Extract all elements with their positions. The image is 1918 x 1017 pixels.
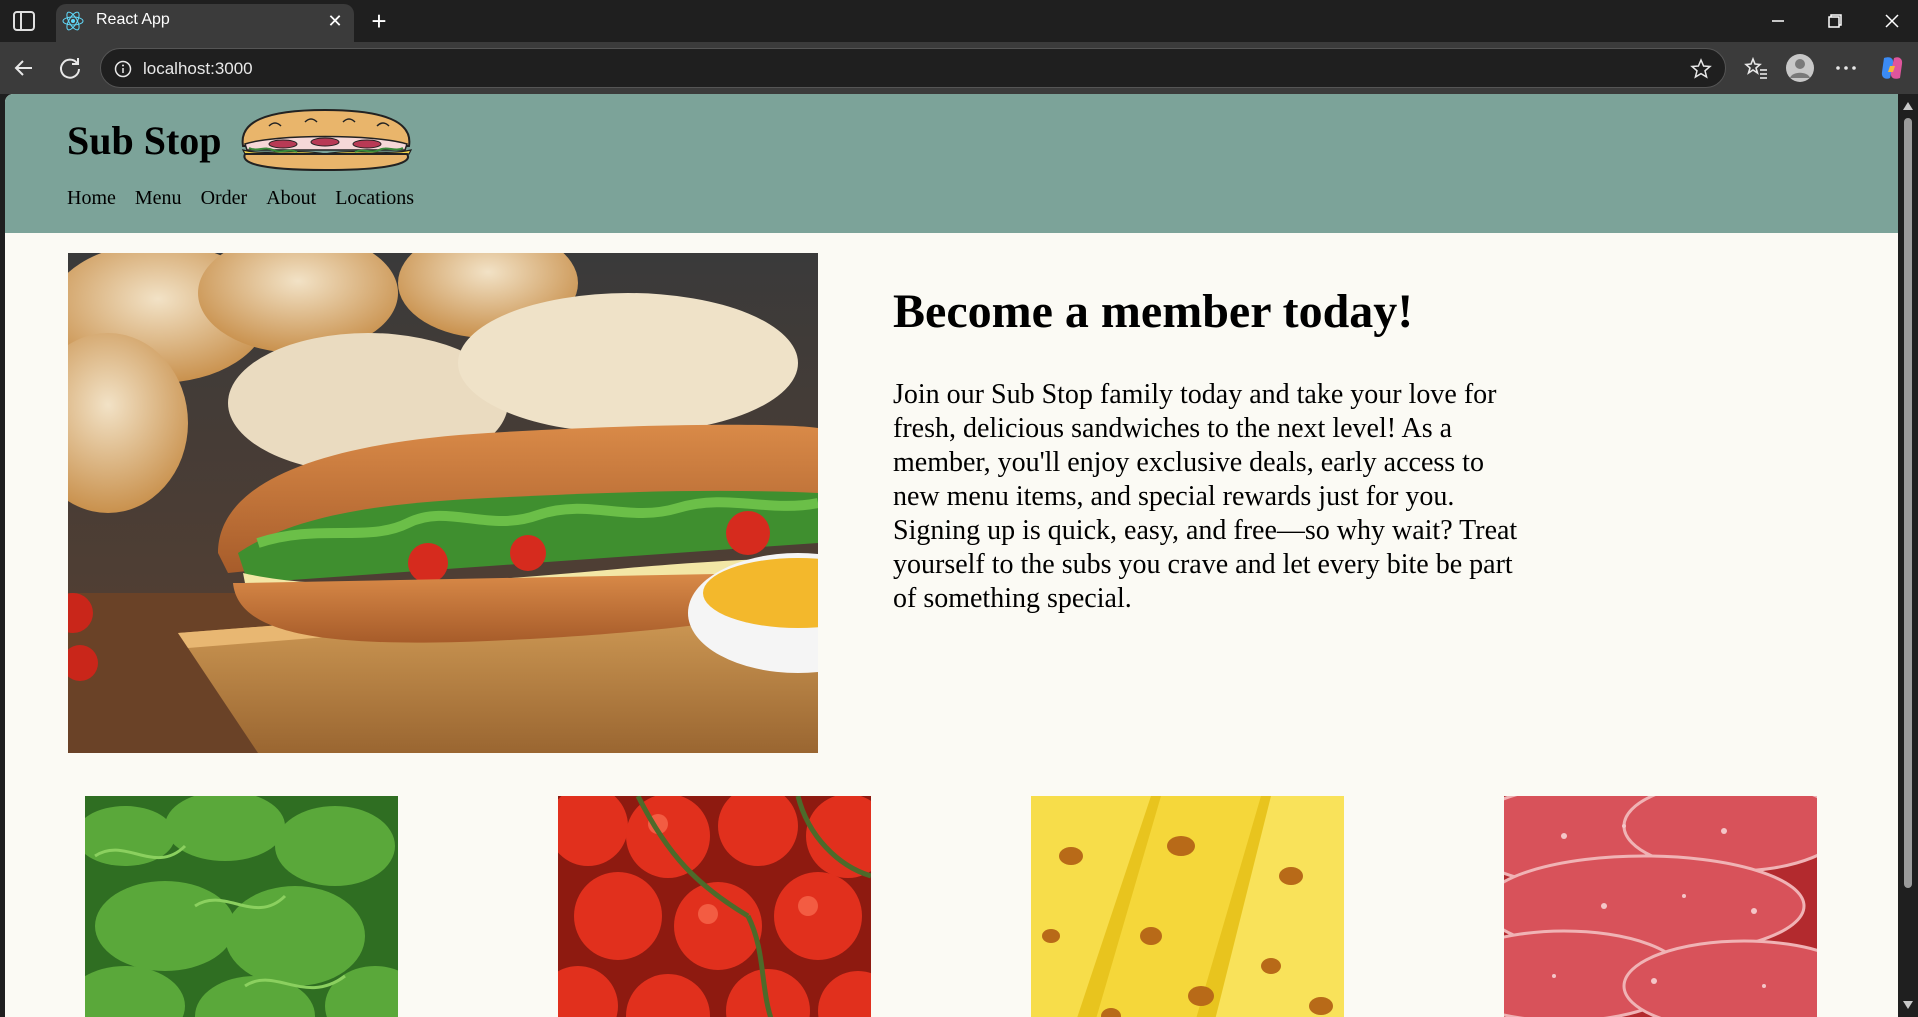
nav-locations[interactable]: Locations [335,186,414,210]
tab-title: React App [96,11,170,28]
page-scrollbar[interactable] [1898,94,1918,1017]
maximize-icon[interactable] [1814,8,1854,34]
new-tab-icon[interactable]: + [364,6,394,36]
more-icon[interactable] [1830,52,1862,84]
page-viewport: Sub Stop Home Menu Order About Locations [5,94,1898,1017]
scroll-up-arrow-icon[interactable] [1903,102,1913,110]
close-icon[interactable]: ✕ [324,10,346,32]
nav-order[interactable]: Order [201,186,248,210]
url-text[interactable]: localhost:3000 [143,59,253,79]
site-title: Sub Stop [67,118,222,163]
back-icon[interactable] [8,52,40,84]
address-bar[interactable]: localhost:3000 [100,48,1726,88]
hero-sandwich-image [68,253,818,753]
salami-image [1504,796,1817,1017]
site-header: Sub Stop Home Menu Order About Locations [5,94,1898,233]
minimize-icon[interactable] [1758,8,1798,34]
tomatoes-image [558,796,871,1017]
window-close-icon[interactable] [1872,8,1912,34]
browser-tab-bar: React App ✕ + [0,0,1918,42]
hero-title: Become a member today! [893,285,1414,338]
cheese-image [1031,796,1344,1017]
scroll-down-arrow-icon[interactable] [1903,1001,1913,1009]
nav-menu[interactable]: Menu [135,186,182,210]
hero-text: Join our Sub Stop family today and take … [893,379,1518,614]
profile-icon[interactable] [1784,52,1816,84]
sandwich-logo-icon [241,108,413,172]
sidebar-toggle-icon[interactable] [12,10,36,32]
scroll-thumb[interactable] [1904,118,1912,888]
favorites-icon[interactable] [1740,52,1772,84]
lettuce-image [85,796,398,1017]
copilot-icon[interactable] [1876,52,1908,84]
star-icon[interactable] [1689,57,1713,81]
nav-home[interactable]: Home [67,186,116,210]
react-favicon [62,11,84,31]
reload-icon[interactable] [54,52,86,84]
nav-about[interactable]: About [266,186,316,210]
site-nav: Home Menu Order About Locations [67,186,414,210]
info-icon[interactable] [113,59,133,79]
browser-toolbar: localhost:3000 [0,42,1918,94]
